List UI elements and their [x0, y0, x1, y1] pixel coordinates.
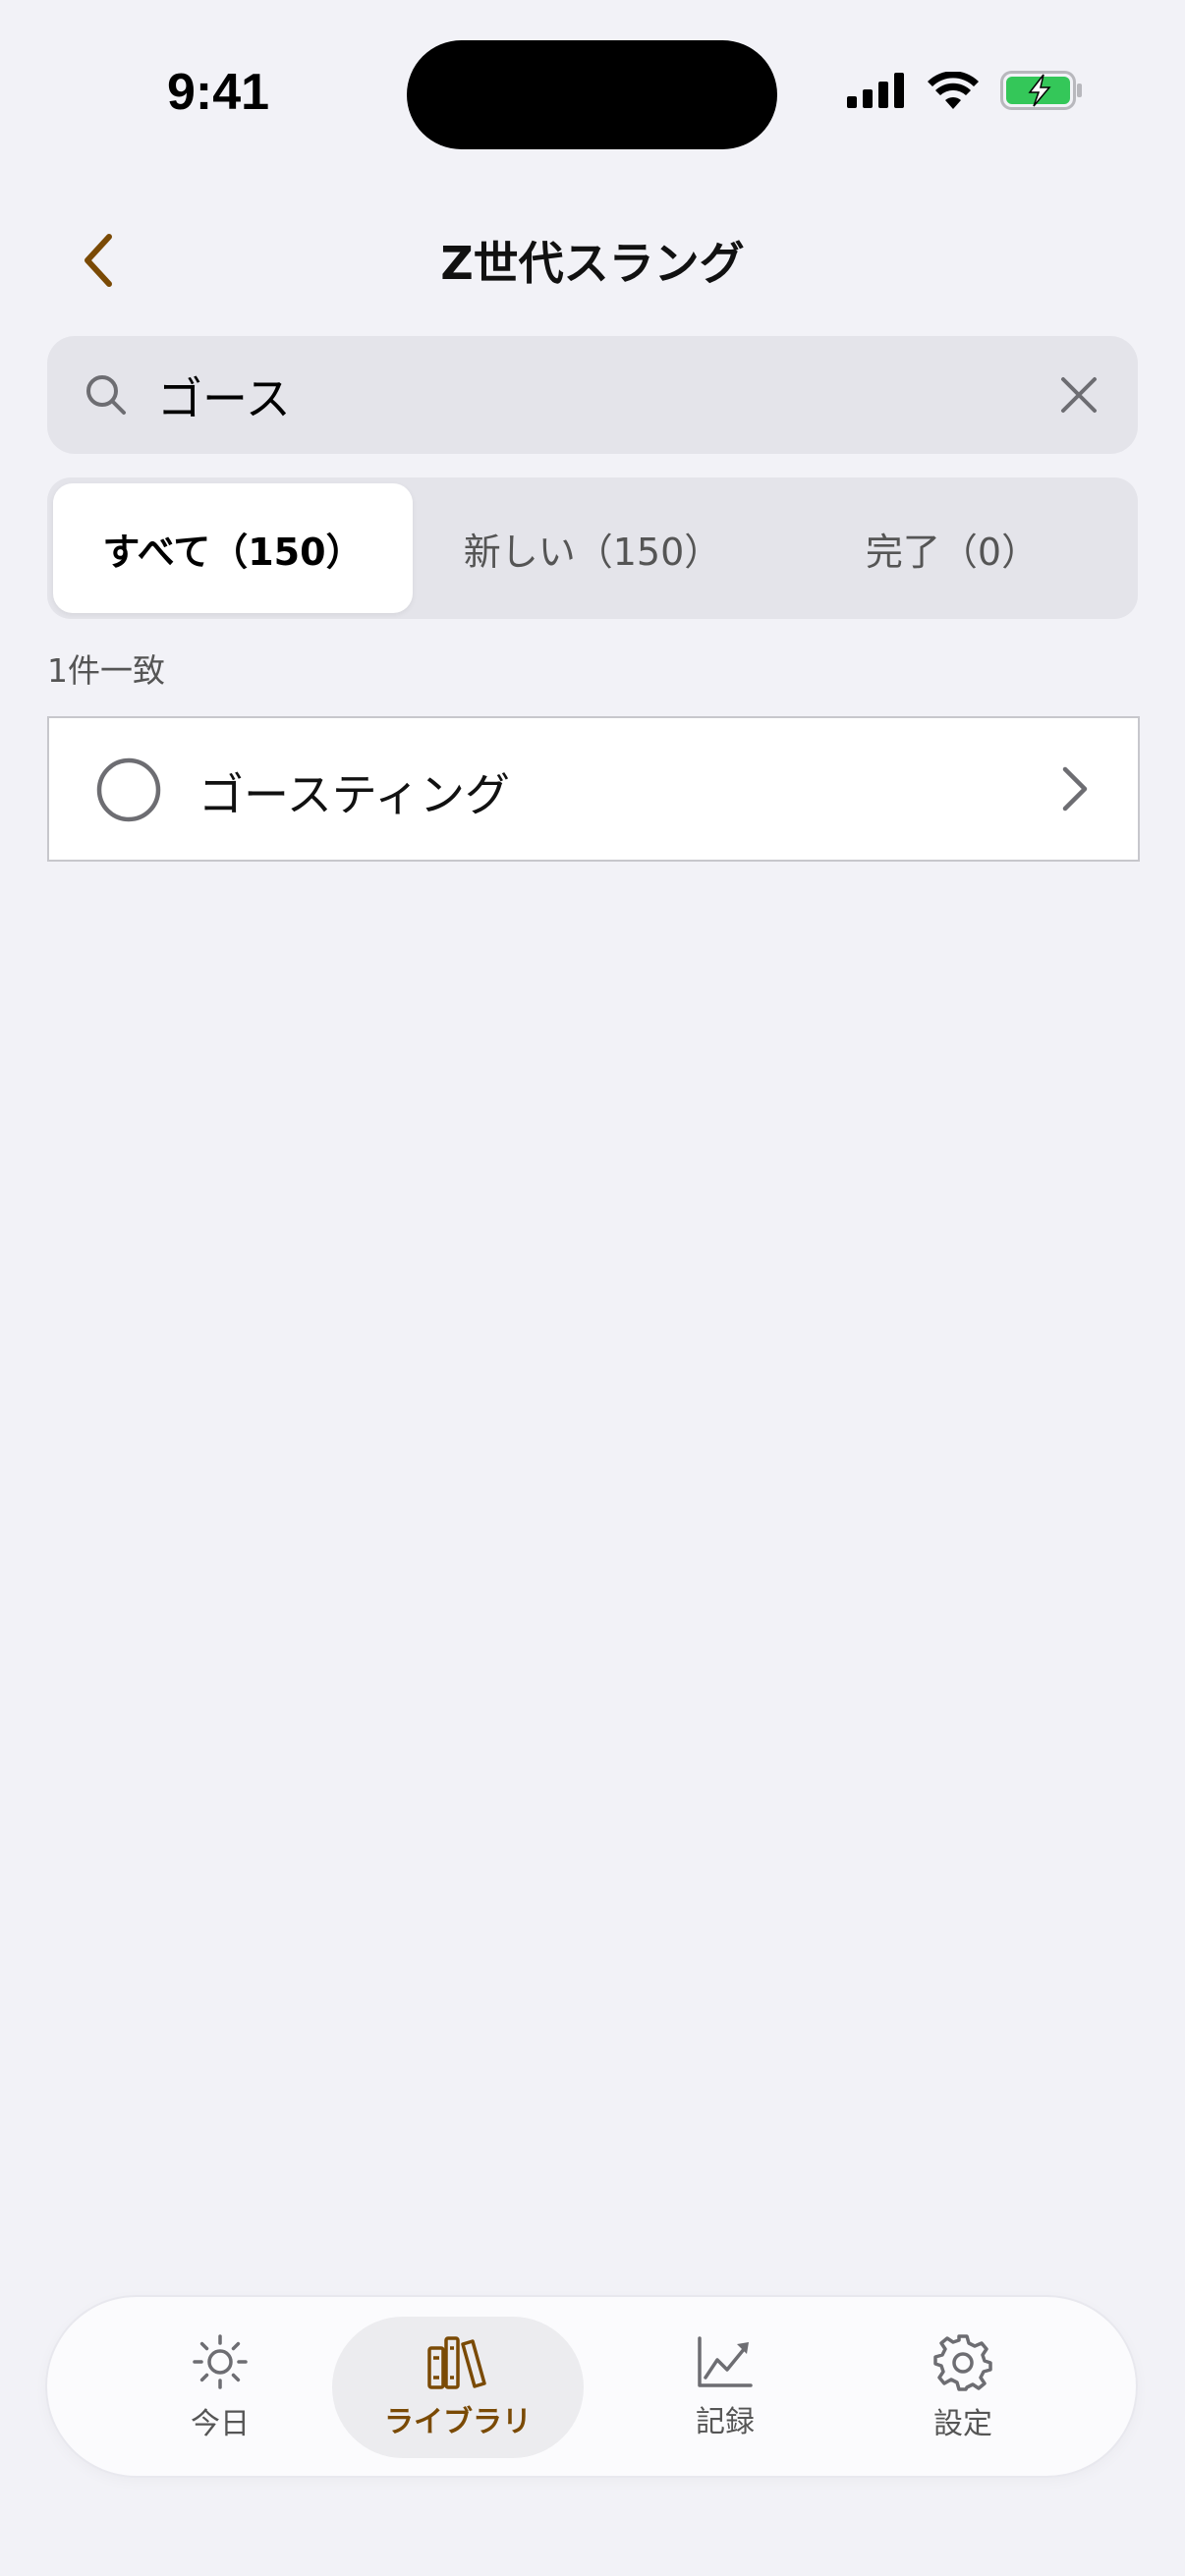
search-bar[interactable]	[47, 336, 1138, 454]
segment-new[interactable]: 新しい（150）	[413, 483, 772, 613]
result-count: 1件一致	[47, 651, 165, 690]
empty-circle-icon[interactable]	[96, 757, 161, 822]
status-time: 9:41	[167, 64, 270, 121]
tab-library[interactable]: ライブラリ	[332, 2317, 584, 2458]
clear-search-button[interactable]	[1049, 365, 1108, 424]
tab-label-library: ライブラリ	[384, 2405, 532, 2439]
signal-icon	[847, 73, 904, 108]
tab-bar: 今日 ライブラリ 記録 設定	[47, 2297, 1136, 2476]
chevron-right-icon	[1062, 766, 1088, 812]
status-icons	[847, 71, 1083, 110]
chart-icon	[698, 2336, 753, 2387]
tab-label-history: 記録	[696, 2405, 755, 2439]
tab-label-settings: 設定	[933, 2407, 992, 2441]
back-button[interactable]	[69, 221, 128, 300]
dynamic-island	[407, 40, 777, 149]
page-title: Z世代スラング	[440, 237, 745, 290]
chevron-left-icon	[85, 234, 112, 287]
tab-label-today: 今日	[191, 2407, 250, 2441]
list-item[interactable]: ゴースティング	[47, 716, 1140, 862]
search-input[interactable]	[155, 356, 1044, 436]
tab-today[interactable]: 今日	[94, 2317, 346, 2458]
filter-segmented-control: すべて（150） 新しい（150） 完了（0）	[47, 477, 1138, 619]
search-icon	[86, 375, 126, 415]
list-item-label: ゴースティング	[198, 768, 510, 821]
books-icon	[427, 2336, 486, 2389]
gear-icon	[933, 2334, 992, 2391]
tab-settings[interactable]: 設定	[837, 2317, 1089, 2458]
app-screen: 9:41 Z世代スラング ゴース すべて（150） 新しい（150） 完了（0）…	[0, 0, 1185, 2576]
segment-all[interactable]: すべて（150）	[53, 483, 413, 613]
wifi-icon	[928, 72, 979, 109]
sun-icon	[193, 2334, 248, 2389]
segment-completed[interactable]: 完了（0）	[772, 483, 1132, 613]
close-icon	[1061, 377, 1097, 413]
battery-charging-icon	[1000, 71, 1082, 110]
tab-history[interactable]: 記録	[599, 2317, 851, 2458]
